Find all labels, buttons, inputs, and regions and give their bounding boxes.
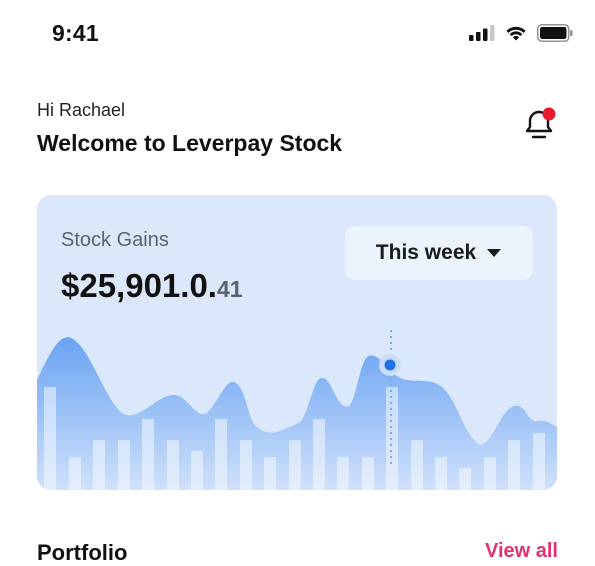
page-title: Welcome to Leverpay Stock (37, 130, 343, 156)
selection-marker[interactable] (384, 359, 396, 371)
volume-bar (191, 451, 203, 490)
volume-bar (435, 457, 447, 490)
volume-bar (142, 419, 154, 490)
card-title: Stock Gains (61, 229, 169, 251)
volume-bar (167, 440, 179, 490)
volume-bar (313, 419, 325, 490)
volume-bar (362, 457, 374, 490)
cellular-signal-icon (469, 25, 495, 41)
volume-bar (69, 457, 81, 490)
volume-bar (118, 440, 130, 490)
volume-bar (411, 440, 423, 490)
notifications-button[interactable] (519, 104, 559, 144)
gains-amount-main: $25,901.0. (61, 267, 217, 304)
volume-bar (289, 440, 301, 490)
volume-bar (44, 387, 56, 490)
volume-bar (93, 440, 105, 490)
volume-bar (240, 440, 252, 490)
range-selected-value: This week (375, 241, 477, 264)
portfolio-header: Portfolio View all (37, 540, 558, 565)
status-time: 9:41 (52, 20, 99, 46)
notification-dot-icon (542, 107, 556, 121)
range-dropdown[interactable]: This week (345, 226, 533, 280)
wifi-icon (506, 26, 526, 41)
caret-down-icon (487, 249, 502, 257)
gains-amount-cents: 41 (216, 276, 243, 302)
volume-bar (337, 457, 349, 490)
gains-amount: $25,901.0.41 (61, 267, 243, 305)
volume-bar (533, 433, 545, 490)
battery-icon (537, 24, 573, 42)
volume-bar (508, 440, 520, 490)
stock-gains-card: Stock Gains $25,901.0.41 This week (37, 195, 557, 490)
status-bar: 9:41 (0, 0, 595, 70)
volume-bar (215, 419, 227, 490)
greeting-text: Hi Rachael (37, 100, 126, 120)
volume-bar (459, 468, 471, 490)
volume-bar (264, 457, 276, 490)
portfolio-title: Portfolio (37, 540, 128, 565)
volume-bar (484, 457, 496, 490)
status-icons (469, 24, 573, 42)
